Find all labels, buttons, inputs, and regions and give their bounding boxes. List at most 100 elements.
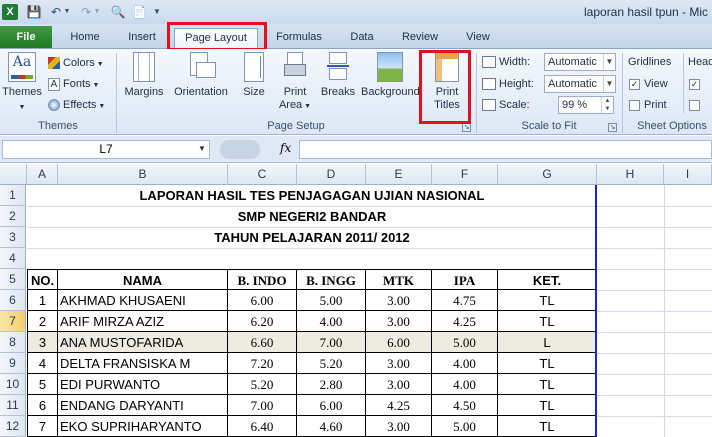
row-header-8[interactable]: 8 — [0, 332, 26, 353]
cell-b-indo[interactable]: 5.20 — [228, 374, 297, 395]
tab-formulas[interactable]: Formulas — [268, 28, 330, 48]
redo-dropdown-icon[interactable]: ▼ — [93, 4, 101, 20]
cell-no[interactable]: 2 — [27, 311, 58, 332]
column-header-h[interactable]: H — [597, 164, 664, 185]
tab-data[interactable]: Data — [342, 28, 382, 48]
column-header-b[interactable]: B — [58, 164, 228, 185]
header-cell-ipa[interactable]: IPA — [432, 269, 498, 290]
row-header-10[interactable]: 10 — [0, 374, 26, 395]
cell-b-indo[interactable]: 7.20 — [228, 353, 297, 374]
cell-ket[interactable]: TL — [498, 416, 597, 437]
tab-home[interactable]: Home — [62, 28, 108, 48]
headings-view-checkbox[interactable]: ✓ — [689, 75, 704, 93]
cell-b-ingg[interactable]: 4.00 — [297, 311, 366, 332]
row-header-2[interactable]: 2 — [0, 206, 26, 227]
title-line-1[interactable]: LAPORAN HASIL TES PENJAGAGAN UJIAN NASIO… — [27, 185, 597, 206]
tab-view[interactable]: View — [458, 28, 498, 48]
gridlines-view-checkbox[interactable]: ✓ View — [629, 75, 668, 93]
cell-no[interactable]: 3 — [27, 332, 58, 353]
cell-no[interactable]: 5 — [27, 374, 58, 395]
select-all-corner[interactable] — [0, 164, 27, 185]
cell-nama[interactable]: EDI PURWANTO — [58, 374, 228, 395]
title-line-2[interactable]: SMP NEGERI2 BANDAR — [27, 206, 597, 227]
tab-file[interactable]: File — [0, 26, 52, 48]
save-icon[interactable]: 💾 — [26, 4, 42, 20]
cell-ket[interactable]: TL — [498, 353, 597, 374]
row-header-1[interactable]: 1 — [0, 185, 26, 206]
cell-ipa[interactable]: 4.75 — [432, 290, 498, 311]
tab-review[interactable]: Review — [394, 28, 446, 48]
cell-ket[interactable]: TL — [498, 311, 597, 332]
cell-ipa[interactable]: 4.50 — [432, 395, 498, 416]
size-button[interactable]: Size — [238, 52, 270, 116]
effects-button[interactable]: Effects ▼ — [48, 96, 105, 114]
cell-ipa[interactable]: 5.00 — [432, 416, 498, 437]
width-select[interactable]: Automatic ▼ — [544, 53, 616, 71]
name-box[interactable]: L7 — [2, 140, 210, 159]
new-document-icon[interactable]: 📄 — [132, 4, 147, 20]
row-header-7[interactable]: 7 — [0, 311, 26, 332]
tab-insert[interactable]: Insert — [118, 28, 166, 48]
cell-b-ingg[interactable]: 2.80 — [297, 374, 366, 395]
themes-button[interactable]: Aa Themes ▼ — [2, 52, 42, 116]
cell-ket[interactable]: TL — [498, 290, 597, 311]
cell-mtk[interactable]: 3.00 — [366, 353, 432, 374]
gridlines-print-checkbox[interactable]: Print — [629, 96, 667, 114]
cell-mtk[interactable]: 3.00 — [366, 416, 432, 437]
row-header-11[interactable]: 11 — [0, 395, 26, 416]
header-cell-b-ingg[interactable]: B. INGG — [297, 269, 366, 290]
height-select[interactable]: Automatic ▼ — [544, 75, 616, 93]
cell-ipa[interactable]: 4.00 — [432, 374, 498, 395]
worksheet-grid[interactable]: A B C D E F G H I 1 2 3 4 5 6 7 8 9 10 1… — [0, 164, 712, 437]
cell-b-ingg[interactable]: 6.00 — [297, 395, 366, 416]
cell-nama[interactable]: ANA MUSTOFARIDA — [58, 332, 228, 353]
row-header-3[interactable]: 3 — [0, 227, 26, 248]
cell-no[interactable]: 4 — [27, 353, 58, 374]
cell-b-indo[interactable]: 6.40 — [228, 416, 297, 437]
colors-button[interactable]: Colors ▼ — [48, 54, 104, 72]
cell-ipa[interactable]: 4.00 — [432, 353, 498, 374]
cell-nama[interactable]: EKO SUPRIHARYANTO — [58, 416, 228, 437]
column-header-d[interactable]: D — [297, 164, 366, 185]
cell-ipa[interactable]: 4.25 — [432, 311, 498, 332]
cell-no[interactable]: 6 — [27, 395, 58, 416]
orientation-button[interactable]: Orientation — [170, 52, 232, 116]
redo-icon[interactable]: ↷ — [78, 4, 94, 20]
print-area-button[interactable]: Print Area ▼ — [277, 52, 313, 116]
cell-ket[interactable]: TL — [498, 395, 597, 416]
undo-dropdown-icon[interactable]: ▼ — [63, 4, 71, 20]
cell-b-ingg[interactable]: 7.00 — [297, 332, 366, 353]
row-header-12[interactable]: 12 — [0, 416, 26, 437]
cell-mtk[interactable]: 6.00 — [366, 332, 432, 353]
insert-function-icon[interactable]: fx — [280, 141, 291, 155]
print-preview-icon[interactable]: 🔍 — [110, 4, 126, 20]
title-line-3[interactable]: TAHUN PELAJARAN 2011/ 2012 — [27, 227, 597, 248]
cell-mtk[interactable]: 3.00 — [366, 290, 432, 311]
cell-b-indo[interactable]: 6.60 — [228, 332, 297, 353]
cell-nama[interactable]: ENDANG DARYANTI — [58, 395, 228, 416]
cell-mtk[interactable]: 3.00 — [366, 311, 432, 332]
column-header-g[interactable]: G — [498, 164, 597, 185]
scale-launcher-icon[interactable]: ↘ — [608, 123, 617, 132]
fonts-button[interactable]: A Fonts ▼ — [48, 75, 99, 93]
row-header-5[interactable]: 5 — [0, 269, 26, 290]
cell-ket[interactable]: TL — [498, 374, 597, 395]
header-cell-b-indo[interactable]: B. INDO — [228, 269, 297, 290]
cell-mtk[interactable]: 3.00 — [366, 374, 432, 395]
cell-b-indo[interactable]: 7.00 — [228, 395, 297, 416]
cell-nama[interactable]: ARIF MIRZA AZIZ — [58, 311, 228, 332]
column-header-c[interactable]: C — [228, 164, 297, 185]
cell-nama[interactable]: DELTA FRANSISKA M — [58, 353, 228, 374]
undo-icon[interactable]: ↶ — [48, 4, 64, 20]
column-header-a[interactable]: A — [27, 164, 58, 185]
column-header-i[interactable]: I — [664, 164, 712, 185]
header-cell-mtk[interactable]: MTK — [366, 269, 432, 290]
column-header-f[interactable]: F — [432, 164, 498, 185]
row-header-6[interactable]: 6 — [0, 290, 26, 311]
cell-b-ingg[interactable]: 5.00 — [297, 290, 366, 311]
cell-b-ingg[interactable]: 5.20 — [297, 353, 366, 374]
row-header-4[interactable]: 4 — [0, 248, 26, 269]
name-box-dropdown-icon[interactable]: ▼ — [198, 144, 206, 153]
cell-nama[interactable]: AKHMAD KHUSAENI — [58, 290, 228, 311]
header-cell-no[interactable]: NO. — [27, 269, 58, 290]
